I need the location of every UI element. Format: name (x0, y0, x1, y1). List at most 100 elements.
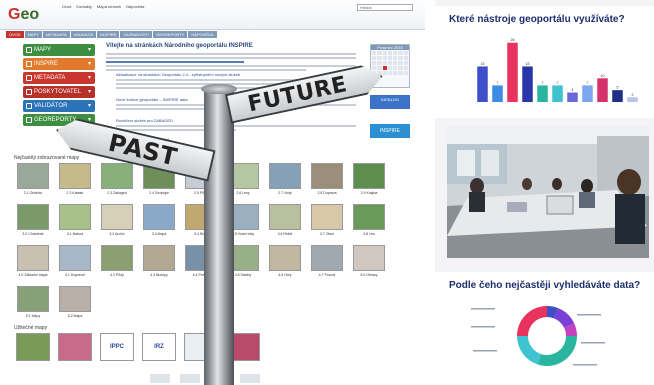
map-thumbnail[interactable] (101, 163, 133, 189)
calendar-day[interactable] (382, 51, 387, 55)
map-caption[interactable]: 2.8 Doprava (308, 191, 346, 195)
calendar-day[interactable] (393, 66, 398, 70)
nav-tab-home[interactable]: ÚVOD (6, 31, 24, 38)
calendar-day[interactable] (393, 56, 398, 60)
calendar-day[interactable] (398, 56, 403, 60)
menu-item-metadata[interactable]: METADATA (23, 72, 95, 84)
map-caption[interactable]: 2.9 Krajina (350, 191, 388, 195)
map-caption[interactable]: 3.1 Natura (56, 232, 94, 236)
map-caption[interactable]: 4.7 Povodí (308, 273, 346, 277)
top-link[interactable]: Nápověda (126, 4, 144, 9)
map-caption[interactable]: 5.2 Mapa (56, 314, 94, 318)
map-thumbnail[interactable] (311, 245, 343, 271)
map-caption[interactable]: 2.2 Katastr (56, 191, 94, 195)
calendar-day[interactable] (403, 56, 408, 60)
map-thumbnail[interactable] (269, 245, 301, 271)
nav-tab-interesting[interactable]: ZAJÍMAVOSTI (120, 31, 153, 38)
useful-map-thumbnail[interactable]: IPPC (100, 333, 134, 361)
calendar-day[interactable] (393, 71, 398, 75)
geoportal-logo[interactable]: Geo (8, 6, 39, 24)
calendar-day[interactable] (382, 61, 387, 65)
calendar-day[interactable] (393, 51, 398, 55)
search-input[interactable]: Hledat (357, 4, 413, 11)
calendar-day[interactable] (377, 61, 382, 65)
calendar-day[interactable] (398, 71, 403, 75)
map-thumbnail[interactable] (59, 204, 91, 230)
map-thumbnail[interactable] (59, 163, 91, 189)
calendar-day[interactable] (372, 56, 377, 60)
calendar-day[interactable] (387, 71, 393, 75)
map-caption[interactable]: 3.7 Obce (308, 232, 346, 236)
map-caption[interactable]: 3.3 Mapa (140, 232, 178, 236)
top-link[interactable]: Kontakty (76, 4, 92, 9)
calendar-day[interactable] (382, 66, 387, 70)
map-thumbnail[interactable] (311, 163, 343, 189)
nav-tab-validation[interactable]: VALIDACE (70, 31, 97, 38)
useful-map-thumbnail[interactable]: IRZ (142, 333, 176, 361)
calendar-day[interactable] (372, 66, 377, 70)
map-thumbnail[interactable] (59, 245, 91, 271)
catalog-banner[interactable]: KATALOG (370, 95, 410, 109)
map-caption[interactable]: 4.2 Půdy (98, 273, 136, 277)
map-caption[interactable]: 2.3 Zabaged (98, 191, 136, 195)
nav-tab-inspire[interactable]: INSPIRE (97, 31, 120, 38)
calendar-day[interactable] (377, 56, 382, 60)
map-thumbnail[interactable] (143, 245, 175, 271)
map-caption[interactable]: 2.1 Ortofoto (14, 191, 52, 195)
map-caption[interactable]: 2.4 Geologie (140, 191, 178, 195)
map-thumbnail[interactable] (101, 204, 133, 230)
news-item[interactable]: Aktualizace na stránkách Geoportálu 2.4 … (116, 72, 256, 77)
menu-item-validátor[interactable]: VALIDÁTOR (23, 100, 95, 112)
map-thumbnail[interactable] (353, 204, 385, 230)
menu-item-inspire[interactable]: INSPIRE (23, 58, 95, 70)
calendar-day[interactable] (382, 56, 387, 60)
map-thumbnail[interactable] (59, 286, 91, 312)
map-thumbnail[interactable] (269, 204, 301, 230)
calendar-day[interactable] (377, 51, 382, 55)
useful-map-thumbnail[interactable] (16, 333, 50, 361)
calendar-day[interactable] (398, 61, 403, 65)
map-caption[interactable]: 4.0 Základní mapa (14, 273, 52, 277)
map-thumbnail[interactable] (353, 163, 385, 189)
calendar-day[interactable] (403, 66, 408, 70)
map-caption[interactable]: 2.7 Vody (266, 191, 304, 195)
calendar-day[interactable] (387, 66, 393, 70)
map-thumbnail[interactable] (143, 204, 175, 230)
top-link[interactable]: Úvod (62, 4, 71, 9)
useful-map-thumbnail[interactable] (58, 333, 92, 361)
calendar-day[interactable] (372, 51, 377, 55)
calendar-day[interactable] (387, 56, 393, 60)
calendar-day[interactable] (403, 51, 408, 55)
map-caption[interactable]: 5.0 Obrazy (350, 273, 388, 277)
map-thumbnail[interactable] (17, 245, 49, 271)
map-thumbnail[interactable] (17, 204, 49, 230)
calendar-day[interactable] (403, 71, 408, 75)
calendar-day[interactable] (387, 61, 393, 65)
calendar-day[interactable] (403, 61, 408, 65)
map-caption[interactable]: 3.2 Archiv (98, 232, 136, 236)
map-thumbnail[interactable] (311, 204, 343, 230)
calendar-day[interactable] (377, 66, 382, 70)
map-caption[interactable]: 4.6 Hory (266, 273, 304, 277)
menu-item-poskytovatel[interactable]: POSKYTOVATEL (23, 86, 95, 98)
map-caption[interactable]: 3.8 Les (350, 232, 388, 236)
calendar-day[interactable] (393, 61, 398, 65)
map-caption[interactable]: 4.1 Dopravní (56, 273, 94, 277)
nav-tab-maps[interactable]: MAPY (24, 31, 42, 38)
menu-item-mapy[interactable]: MAPY (23, 44, 95, 56)
map-caption[interactable]: 3.6 Reliéf (266, 232, 304, 236)
map-thumbnail[interactable] (353, 245, 385, 271)
calendar-day[interactable] (382, 71, 387, 75)
nav-tab-metadata[interactable]: METADATA (42, 31, 70, 38)
calendar-day[interactable] (398, 66, 403, 70)
map-caption[interactable]: 4.3 Biotopy (140, 273, 178, 277)
calendar-day[interactable] (387, 51, 393, 55)
map-thumbnail[interactable] (269, 163, 301, 189)
top-link[interactable]: Mapa stránek (97, 4, 121, 9)
calendar-day[interactable] (398, 51, 403, 55)
map-caption[interactable]: 5.1 Mapy (14, 314, 52, 318)
map-thumbnail[interactable] (17, 163, 49, 189)
map-thumbnail[interactable] (17, 286, 49, 312)
nav-tab-georeports[interactable]: GEOREPORTY (153, 31, 188, 38)
map-thumbnail[interactable] (101, 245, 133, 271)
